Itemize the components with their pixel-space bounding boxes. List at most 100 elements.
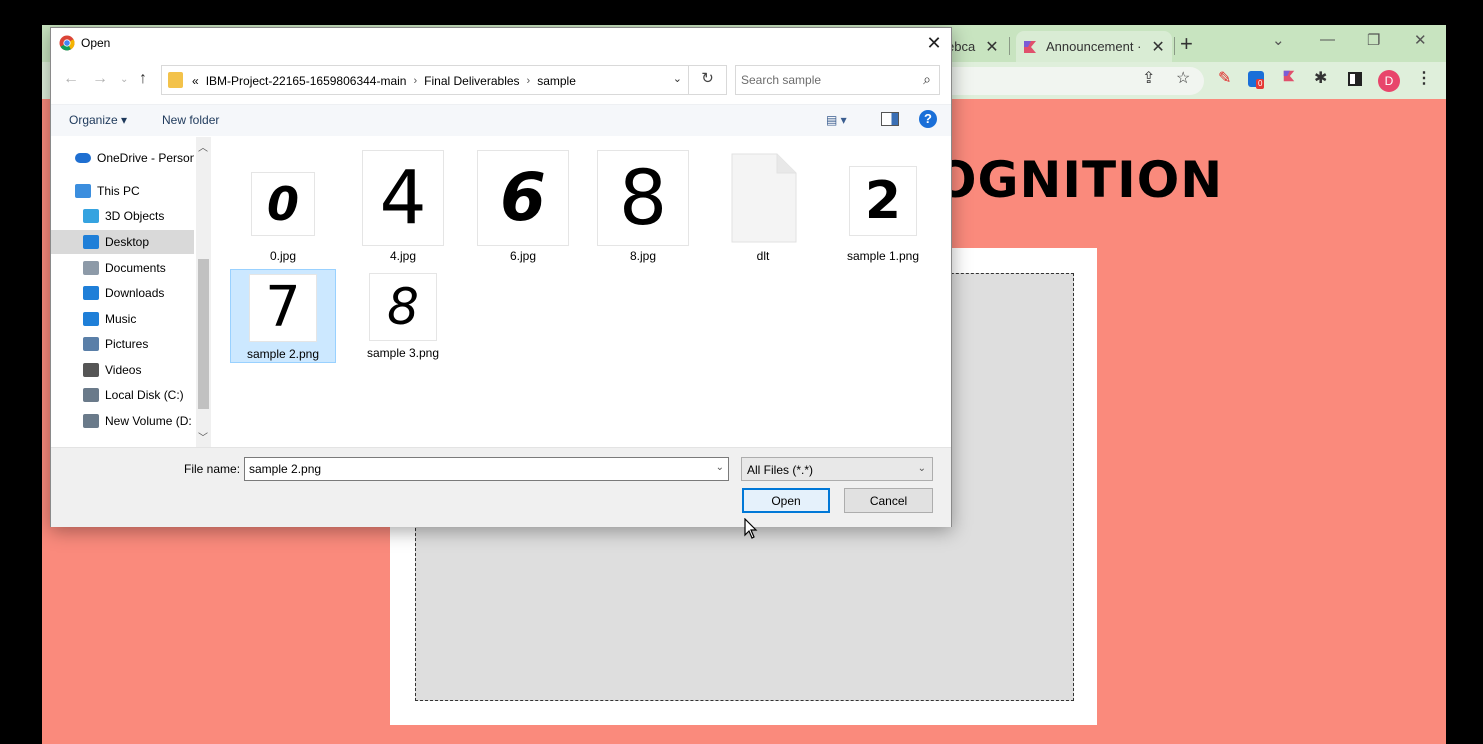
tab-announcement[interactable]: Announcement · ✕ <box>1016 31 1172 62</box>
breadcrumb-overflow[interactable]: « <box>192 74 199 88</box>
navigation-scrollbar[interactable]: ︿ ﹀ <box>196 137 211 447</box>
file-item-6-jpg[interactable]: 6 6.jpg <box>470 150 576 263</box>
chevron-down-icon[interactable]: ⌄ <box>918 463 926 474</box>
cube-icon <box>83 209 99 223</box>
dialog-title: Open <box>81 36 111 50</box>
refresh-icon[interactable]: ↻ <box>688 65 726 95</box>
new-tab-icon[interactable]: + <box>1180 31 1193 57</box>
scroll-up-icon[interactable]: ︿ <box>198 139 208 154</box>
download-icon <box>83 286 99 300</box>
tab-webcam[interactable]: ebca ✕ <box>947 31 1003 62</box>
file-name-input[interactable] <box>249 461 699 477</box>
window-close-icon[interactable]: ✕ <box>1414 31 1427 49</box>
menu-kebab-icon[interactable]: ⋮ <box>1416 69 1432 89</box>
sidebar-item-label: Downloads <box>105 286 165 300</box>
file-name-label: dlt <box>756 249 770 263</box>
file-name-combobox[interactable]: ⌄ <box>244 457 729 481</box>
new-folder-button[interactable]: New folder <box>162 113 219 127</box>
file-item-dlt[interactable]: dlt <box>710 153 816 263</box>
folder-icon <box>168 72 183 88</box>
share-icon[interactable]: ⇪ <box>1142 69 1155 89</box>
sidebar-item-desktop[interactable]: Desktop <box>51 230 194 254</box>
sidebar-item-new-volume[interactable]: New Volume (D: <box>51 409 194 433</box>
thumbnail-digit: 7 <box>265 275 301 340</box>
image-thumbnail: 2 <box>849 166 917 236</box>
sidebar-item-local-disk[interactable]: Local Disk (C:) <box>51 383 194 407</box>
address-dropdown-icon[interactable]: ⌄ <box>673 72 682 85</box>
file-item-sample-1-png[interactable]: 2 sample 1.png <box>830 162 936 263</box>
sidebar-item-music[interactable]: Music <box>51 307 194 331</box>
sidebar-item-this-pc[interactable]: This PC <box>51 179 194 203</box>
cancel-button[interactable]: Cancel <box>844 488 933 513</box>
image-thumbnail: 8 <box>369 273 437 341</box>
sidebar-item-pictures[interactable]: Pictures <box>51 332 194 356</box>
search-box[interactable]: ⌕ <box>735 65 940 95</box>
dialog-nav-bar: ← → ⌄ ↑ « IBM-Project-22165-1659806344-m… <box>51 58 951 102</box>
sidebar-item-3d-objects[interactable]: 3D Objects <box>51 204 194 228</box>
sidebar-item-onedrive[interactable]: OneDrive - Person <box>51 146 194 170</box>
sidebar-item-label: Documents <box>105 261 166 275</box>
file-name-label: 8.jpg <box>629 249 657 263</box>
sidebar-item-videos[interactable]: Videos <box>51 358 194 382</box>
file-name-label: sample 2.png <box>246 347 320 361</box>
file-item-sample-2-png[interactable]: 7 sample 2.png <box>230 269 336 363</box>
file-item-0-jpg[interactable]: 0 0.jpg <box>230 162 336 263</box>
sidebar-item-label: OneDrive - Person <box>97 151 194 165</box>
up-arrow-icon[interactable]: ↑ <box>139 70 147 88</box>
recent-dropdown-icon[interactable]: ⌄ <box>120 74 128 85</box>
tab-search-icon[interactable]: ⌄ <box>1272 31 1285 49</box>
pen-extension-icon[interactable]: ✎ <box>1218 69 1231 89</box>
minimize-icon[interactable]: — <box>1320 31 1335 48</box>
omnibox[interactable] <box>942 67 1204 95</box>
file-item-8-jpg[interactable]: 8 8.jpg <box>590 150 696 263</box>
breadcrumb-item[interactable]: IBM-Project-22165-1659806344-main <box>206 74 407 88</box>
sidebar-item-documents[interactable]: Documents <box>51 256 194 280</box>
blank-file-icon <box>731 153 797 243</box>
breadcrumb-chevron-icon[interactable]: › <box>527 75 531 87</box>
thumbnail-digit: 4 <box>379 155 427 241</box>
forward-arrow-icon[interactable]: → <box>92 70 108 88</box>
tab-separator <box>1174 37 1175 55</box>
open-button[interactable]: Open <box>742 488 830 513</box>
preview-pane-icon[interactable] <box>881 112 899 126</box>
close-tab-icon[interactable]: ✕ <box>985 37 998 57</box>
desktop-icon <box>83 235 99 249</box>
file-type-select[interactable]: All Files (*.*) ⌄ <box>741 457 933 481</box>
close-tab-icon[interactable]: ✕ <box>1151 37 1164 57</box>
back-arrow-icon[interactable]: ← <box>63 70 79 88</box>
drive-icon <box>83 388 99 402</box>
restore-icon[interactable]: ❐ <box>1367 31 1380 49</box>
file-item-4-jpg[interactable]: 4 4.jpg <box>350 150 456 263</box>
tab-separator <box>1009 37 1010 55</box>
sidebar-item-downloads[interactable]: Downloads <box>51 281 194 305</box>
sidebar-item-label: Pictures <box>105 337 149 351</box>
file-name-label: sample 3.png <box>366 346 440 360</box>
breadcrumb: « IBM-Project-22165-1659806344-main › Fi… <box>192 74 576 88</box>
breadcrumb-item[interactable]: sample <box>537 74 576 88</box>
organize-button[interactable]: Organize ▾ <box>69 113 127 127</box>
puzzle-icon[interactable]: ✱ <box>1314 69 1327 89</box>
file-name-label: sample 1.png <box>846 249 920 263</box>
sidebar-item-label: Videos <box>105 363 142 377</box>
address-bar[interactable]: « IBM-Project-22165-1659806344-main › Fi… <box>161 65 727 95</box>
image-thumbnail: 0 <box>251 172 315 236</box>
extension-icon[interactable]: 0 <box>1248 71 1265 89</box>
drive-icon <box>83 414 99 428</box>
side-panel-icon[interactable] <box>1348 72 1362 86</box>
breadcrumb-item[interactable]: Final Deliverables <box>424 74 519 88</box>
change-view-icon[interactable]: ▤ ▾ <box>826 113 847 127</box>
dialog-close-button[interactable]: ✕ <box>921 31 947 55</box>
search-input[interactable] <box>741 71 911 89</box>
screen: ebca ✕ Announcement · ✕ + ⌄ — ❐ ✕ ⇪ ☆ ✎ … <box>0 0 1483 744</box>
scrollbar-thumb[interactable] <box>198 259 209 409</box>
scroll-down-icon[interactable]: ﹀ <box>198 429 208 444</box>
help-icon[interactable]: ? <box>919 110 937 128</box>
breadcrumb-chevron-icon[interactable]: › <box>413 75 417 87</box>
chevron-down-icon[interactable]: ⌄ <box>716 462 724 473</box>
bookmark-star-icon[interactable]: ☆ <box>1176 69 1190 89</box>
file-name-label: File name: <box>184 462 241 476</box>
sidebar-item-label: Music <box>105 312 137 326</box>
flag-extension-icon[interactable] <box>1282 69 1296 89</box>
profile-avatar[interactable]: D <box>1378 70 1400 92</box>
file-item-sample-3-png[interactable]: 8 sample 3.png <box>350 269 456 363</box>
